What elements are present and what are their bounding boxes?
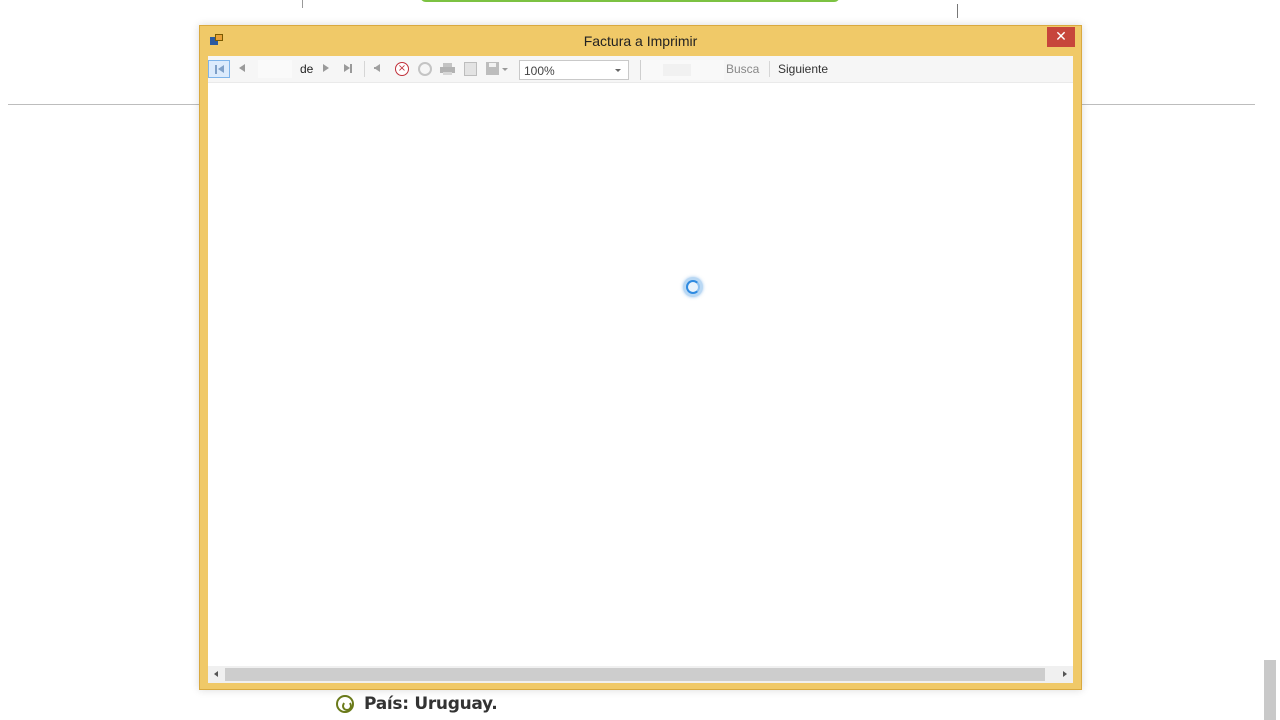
horizontal-scrollbar[interactable] [208, 666, 1073, 683]
page-of-label: de [300, 62, 314, 76]
print-layout-icon[interactable] [464, 62, 477, 76]
export-dropdown-icon[interactable] [502, 68, 508, 71]
export-icon[interactable] [486, 62, 499, 75]
title-bar[interactable]: Factura a Imprimir ✕ [200, 26, 1081, 56]
page-number-input[interactable] [258, 60, 292, 78]
report-toolbar: de × 100% Buscar Siguiente [208, 56, 1073, 83]
find-next-button[interactable]: Siguiente [778, 62, 828, 76]
previous-page-button[interactable] [234, 60, 250, 78]
chevron-down-icon[interactable] [612, 64, 625, 76]
report-viewer-area [208, 83, 1073, 666]
refresh-icon[interactable] [418, 62, 432, 76]
window-title: Factura a Imprimir [583, 33, 698, 49]
background-footer-text: País: Uruguay. [364, 694, 498, 714]
previous-page-icon [239, 64, 245, 72]
zoom-select[interactable]: 100% [519, 60, 629, 80]
next-page-button[interactable] [318, 60, 334, 78]
print-icon[interactable] [440, 63, 455, 75]
last-page-icon-bar [350, 64, 352, 73]
stop-icon[interactable]: × [395, 62, 409, 76]
first-page-icon-arrow [218, 65, 224, 73]
background-tick [302, 0, 303, 8]
background-tick [957, 4, 958, 18]
search-input-placeholder [663, 64, 691, 76]
refresh-circle-icon [336, 695, 354, 713]
background-footer-row: País: Uruguay. [336, 690, 498, 718]
close-button[interactable]: ✕ [1047, 27, 1075, 47]
background-divider [1082, 104, 1255, 105]
background-scrollbar[interactable] [1264, 660, 1276, 720]
scroll-left-icon[interactable] [208, 666, 225, 683]
scrollbar-thumb[interactable] [225, 668, 1045, 681]
scroll-right-icon[interactable] [1056, 666, 1073, 683]
find-button[interactable]: Buscar [726, 62, 760, 76]
first-page-button[interactable] [208, 60, 230, 78]
zoom-value: 100% [524, 64, 555, 78]
loading-spinner-icon [683, 277, 703, 297]
search-input[interactable] [640, 60, 724, 80]
background-green-bar [420, 0, 840, 2]
first-page-icon [215, 65, 217, 74]
back-icon[interactable] [374, 64, 380, 72]
background-divider [8, 104, 200, 105]
report-viewer-window: Factura a Imprimir ✕ de × 100% Buscar Si… [199, 25, 1082, 690]
window-client-area: de × 100% Buscar Siguiente [208, 56, 1073, 683]
next-page-icon [323, 64, 329, 72]
toolbar-separator [364, 61, 365, 77]
toolbar-separator [769, 61, 770, 77]
last-page-button[interactable] [340, 60, 356, 78]
